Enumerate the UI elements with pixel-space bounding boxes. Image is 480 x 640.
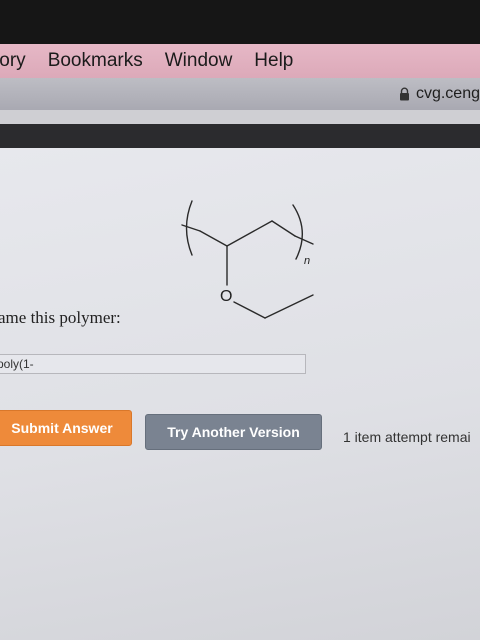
- page-content: O n ame this polymer: Submit Answer Try …: [0, 148, 480, 640]
- bond-oxygen-ch2: [233, 301, 266, 319]
- bond-backbone-2: [226, 220, 273, 247]
- polymer-structure-diagram: O n: [181, 200, 314, 319]
- bond-ethyl: [264, 294, 314, 319]
- url-display[interactable]: cvg.ceng: [399, 85, 480, 103]
- menu-history[interactable]: tory: [0, 50, 26, 72]
- bond-right-end: [294, 235, 314, 245]
- right-parenthesis: [292, 204, 303, 260]
- toolbar-strip: [0, 110, 480, 124]
- submit-answer-button[interactable]: Submit Answer: [0, 410, 132, 446]
- try-another-version-button[interactable]: Try Another Version: [145, 414, 322, 450]
- menu-bookmarks[interactable]: Bookmarks: [48, 50, 143, 72]
- menu-window[interactable]: Window: [165, 50, 233, 72]
- answer-input[interactable]: [0, 354, 306, 374]
- bond-backbone-3: [271, 220, 296, 237]
- attempts-remaining-text: 1 item attempt remai: [343, 429, 471, 445]
- bond-left-end: [181, 224, 201, 232]
- menu-help[interactable]: Help: [254, 50, 293, 72]
- subscript-n: n: [304, 255, 310, 267]
- site-header-bar: [0, 124, 480, 148]
- bond-backbone-1: [199, 230, 228, 247]
- lock-icon: [399, 87, 409, 101]
- address-bar[interactable]: cvg.ceng: [0, 78, 480, 111]
- screen-bezel: [0, 0, 480, 44]
- url-text: cvg.ceng: [415, 85, 480, 102]
- question-prompt: ame this polymer:: [0, 308, 121, 327]
- oxygen-label: O: [220, 288, 232, 305]
- menu-bar: tory Bookmarks Window Help: [0, 44, 480, 78]
